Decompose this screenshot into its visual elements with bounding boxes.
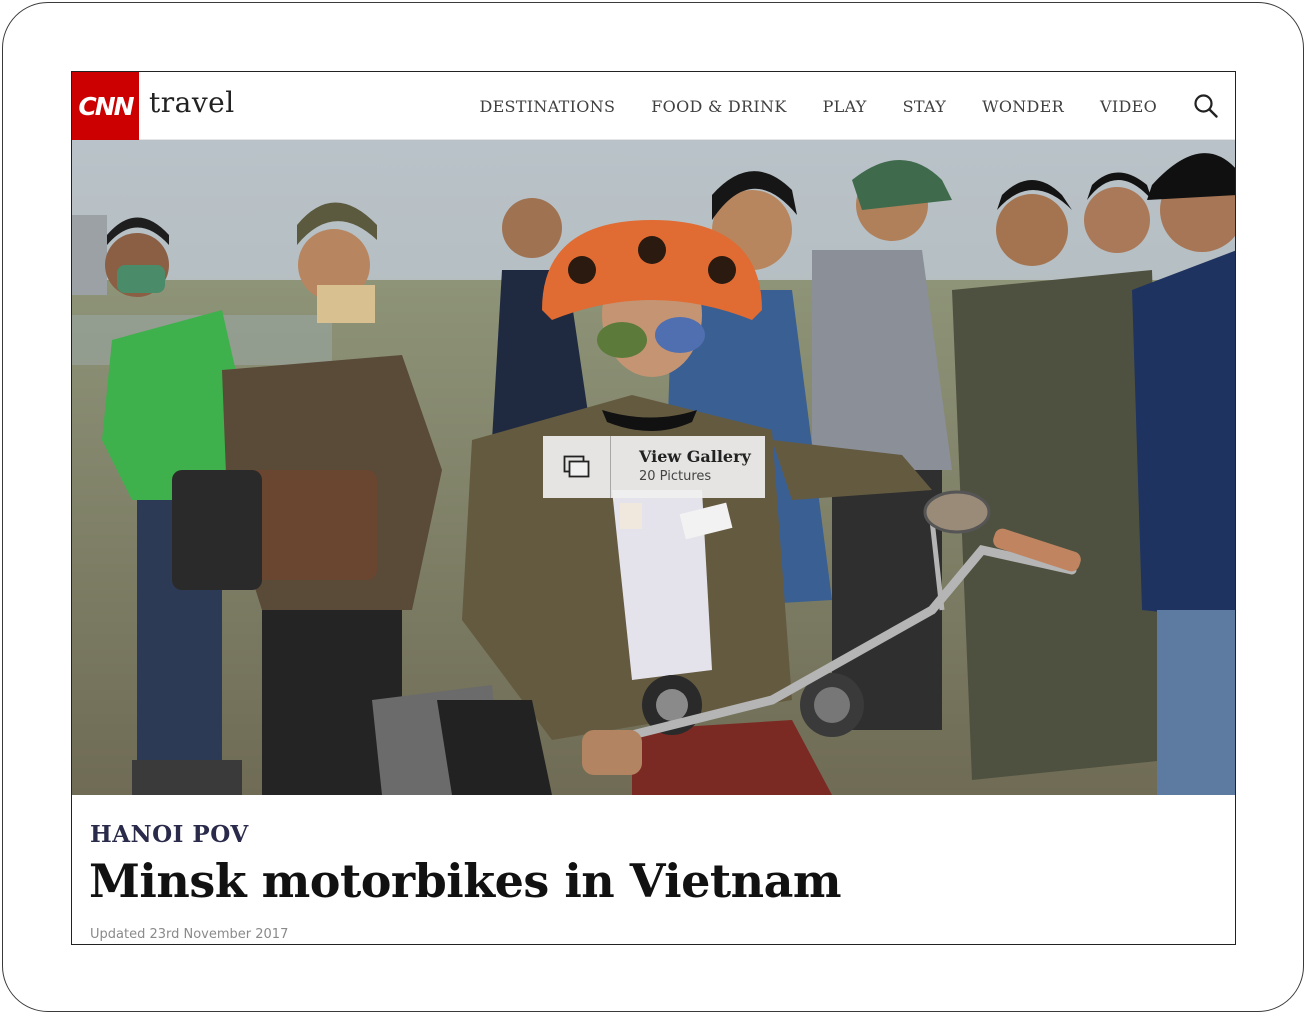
- gallery-title: View Gallery: [639, 447, 751, 466]
- nav-item-play[interactable]: PLAY: [823, 97, 867, 116]
- gallery-count: 20 Pictures: [639, 469, 712, 484]
- section-brand-name[interactable]: travel: [149, 86, 235, 119]
- site-header: CNN travel DESTINATIONS FOOD & DRINK PLA…: [72, 72, 1235, 140]
- article-headline: Minsk motorbikes in Vietnam: [89, 854, 842, 908]
- nav-item-food-drink[interactable]: FOOD & DRINK: [651, 97, 786, 116]
- gallery-text: View Gallery 20 Pictures: [611, 436, 751, 498]
- search-icon[interactable]: [1193, 93, 1219, 119]
- hero-photo[interactable]: View Gallery 20 Pictures: [72, 140, 1235, 795]
- cnn-logo[interactable]: CNN: [72, 72, 139, 140]
- gallery-icon: [543, 436, 611, 498]
- nav-item-stay[interactable]: STAY: [903, 97, 946, 116]
- nav-item-video[interactable]: VIDEO: [1100, 97, 1157, 116]
- nav-item-destinations[interactable]: DESTINATIONS: [479, 97, 615, 116]
- browser-viewport: CNN travel DESTINATIONS FOOD & DRINK PLA…: [71, 71, 1236, 945]
- article-kicker[interactable]: HANOI POV: [90, 821, 249, 848]
- updated-timestamp: Updated 23rd November 2017: [90, 927, 289, 942]
- view-gallery-button[interactable]: View Gallery 20 Pictures: [543, 436, 765, 498]
- main-nav: DESTINATIONS FOOD & DRINK PLAY STAY WOND…: [479, 72, 1157, 140]
- cnn-logo-text: CNN: [78, 91, 134, 121]
- nav-item-wonder[interactable]: WONDER: [982, 97, 1064, 116]
